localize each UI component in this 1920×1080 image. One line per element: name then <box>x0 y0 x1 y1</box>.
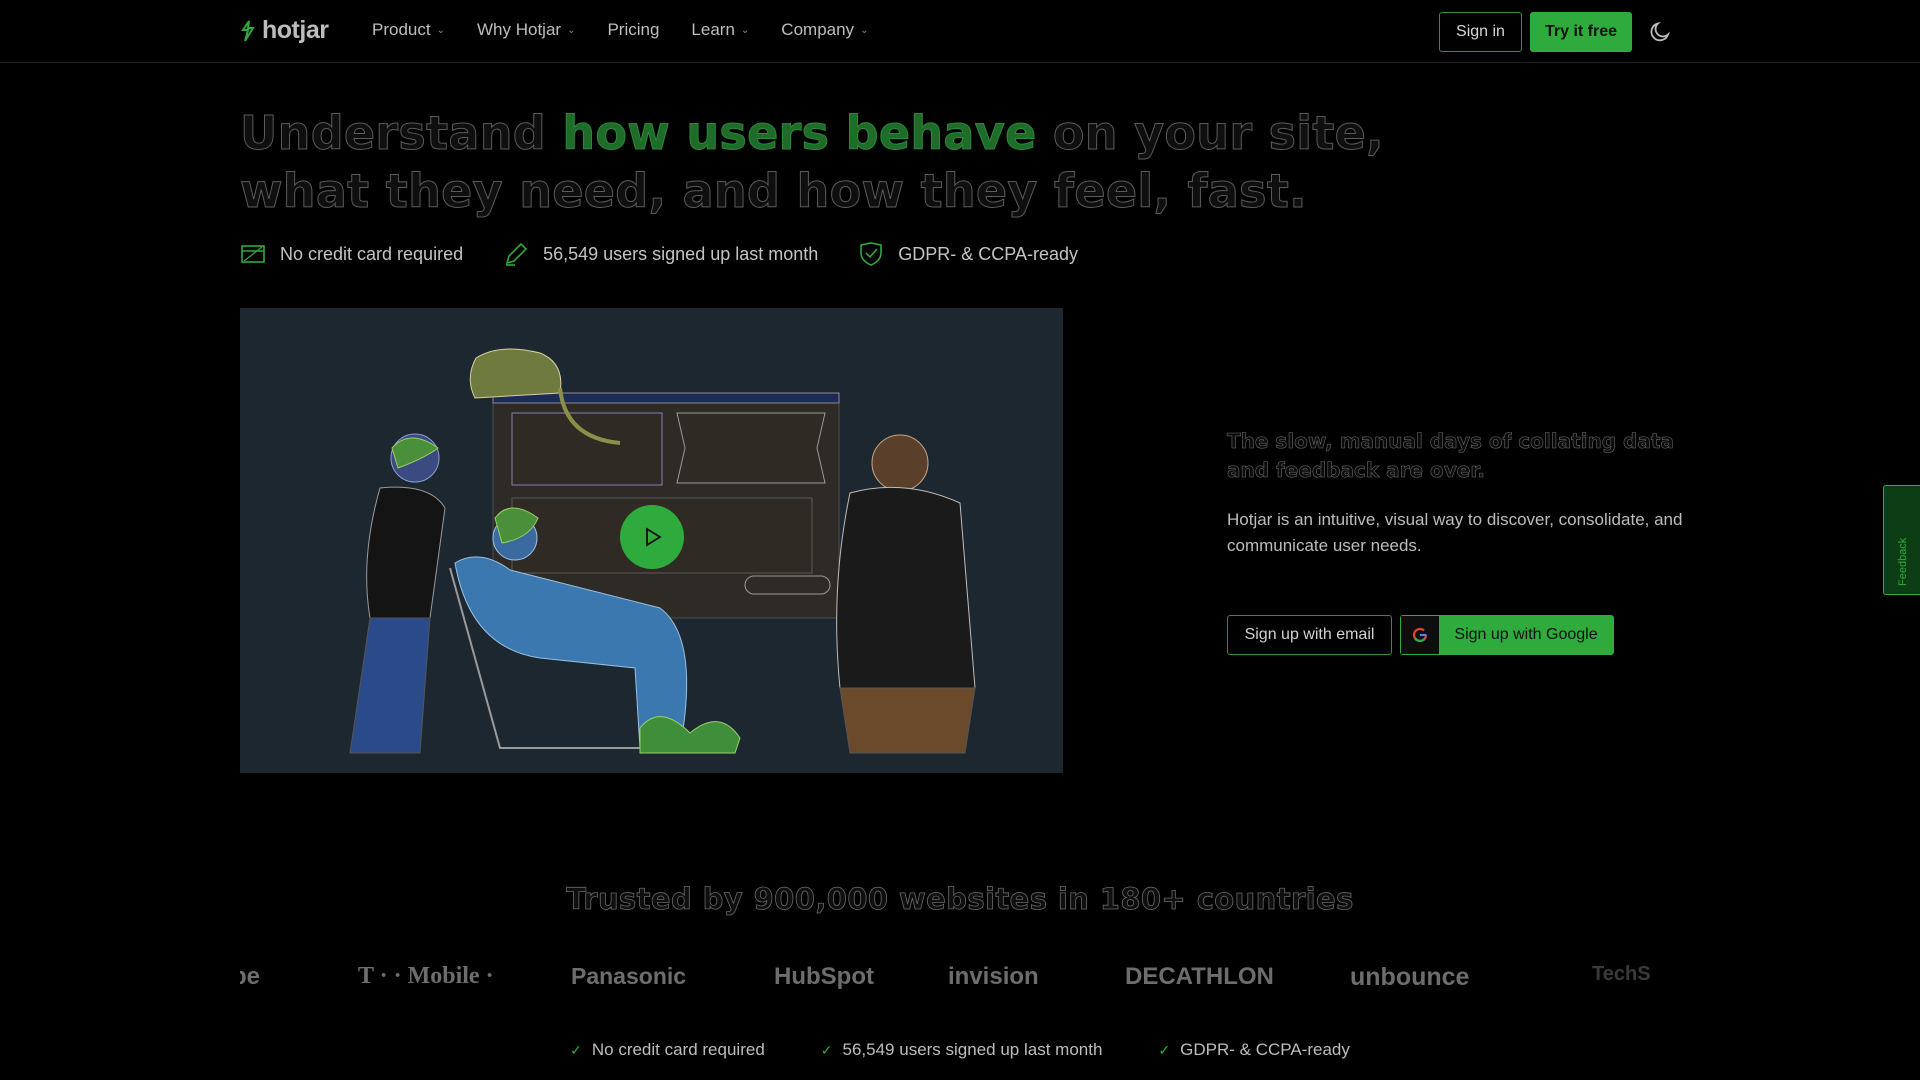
shield-check-icon <box>860 242 883 266</box>
logo-panasonic: Panasonic <box>571 963 687 989</box>
bottom-feature: ✓ No credit card required <box>570 1040 765 1060</box>
logo-decathlon: DECATHLON <box>1125 963 1274 990</box>
logo-partial-right: TechS <box>1592 963 1651 985</box>
trusted-heading: Trusted by 900,000 websites in 180+ coun… <box>566 882 1354 917</box>
feature-gdpr: GDPR- & CCPA-ready <box>858 241 1078 267</box>
headline-accent: how users behave <box>562 106 1037 161</box>
feedback-label: Feedback <box>1897 537 1909 586</box>
bottom-feature: ✓ GDPR- & CCPA-ready <box>1158 1040 1349 1060</box>
nav-product-label: Product <box>372 20 431 39</box>
google-icon <box>1401 616 1439 654</box>
bottom-feature-text: 56,549 users signed up last month <box>842 1040 1103 1059</box>
chevron-down-icon: ⌄ <box>436 24 445 36</box>
nav-pricing-label: Pricing <box>607 20 660 39</box>
nav-learn-label: Learn <box>691 20 735 39</box>
feedback-tab[interactable]: Feedback <box>1883 485 1920 595</box>
nav-pricing[interactable]: Pricing <box>607 20 659 40</box>
try-free-button[interactable]: Try it free <box>1530 12 1632 52</box>
nav-learn[interactable]: Learn ⌄ <box>691 20 749 40</box>
side-heading: The slow, manual days of collating data … <box>1227 429 1675 483</box>
logo-invision: invision <box>948 963 1039 990</box>
logo-tmobile: T · · Mobile · <box>358 963 494 989</box>
hotjar-logo[interactable]: hotjar <box>240 16 329 45</box>
feedback-icon: Feedback <box>1897 537 1909 586</box>
nav-company-label: Company <box>781 20 855 39</box>
feature-users: 56,549 users signed up last month <box>503 241 818 267</box>
card-icon <box>241 245 265 263</box>
moon-icon[interactable] <box>1648 20 1672 44</box>
logo-text: hotjar <box>262 16 329 44</box>
feature-text: GDPR- & CCPA-ready <box>898 243 1078 264</box>
top-nav: hotjar Product ⌄ Why Hotjar ⌄ Pricing Le… <box>0 0 1920 63</box>
feature-text: No credit card required <box>280 243 464 264</box>
sign-up-email-button[interactable]: Sign up with email <box>1227 615 1392 655</box>
pencil-icon <box>505 242 528 266</box>
chevron-down-icon: ⌄ <box>860 24 869 36</box>
play-button[interactable] <box>620 505 684 569</box>
sign-up-google-button[interactable]: Sign up with Google <box>1400 615 1614 655</box>
bottom-feature-text: No credit card required <box>591 1040 765 1059</box>
sign-up-google-label: Sign up with Google <box>1454 626 1598 643</box>
main-menu: Product ⌄ Why Hotjar ⌄ Pricing Learn ⌄ C… <box>372 20 868 40</box>
hotjar-flame-icon <box>241 19 255 42</box>
chevron-down-icon: ⌄ <box>567 24 576 36</box>
hero-features: No credit card required 56,549 users sig… <box>240 241 1078 267</box>
side-description: Hotjar is an intuitive, visual way to di… <box>1227 510 1683 555</box>
logo-partial-left: be <box>240 963 261 990</box>
nav-why-hotjar[interactable]: Why Hotjar ⌄ <box>477 20 575 40</box>
logo-unbounce: unbounce <box>1350 963 1470 991</box>
bottom-feature-text: GDPR- & CCPA-ready <box>1180 1040 1350 1059</box>
sign-in-button[interactable]: Sign in <box>1439 12 1522 52</box>
chevron-down-icon: ⌄ <box>740 24 750 36</box>
feature-text: 56,549 users signed up last month <box>543 243 819 264</box>
hero-headline: Understand how users behave on your site… <box>239 104 1480 220</box>
check-icon: ✓ <box>570 1041 582 1058</box>
feature-no-card: No credit card required <box>240 241 463 267</box>
check-icon: ✓ <box>820 1041 833 1058</box>
nav-why-hotjar-label: Why Hotjar <box>476 20 562 39</box>
play-icon <box>646 527 662 547</box>
nav-company[interactable]: Company ⌄ <box>781 20 868 40</box>
check-icon: ✓ <box>1158 1041 1171 1058</box>
logo-hubspot: HubSpot <box>774 963 874 990</box>
bottom-feature: ✓ 56,549 users signed up last month <box>821 1040 1103 1060</box>
nav-product[interactable]: Product ⌄ <box>372 20 445 40</box>
headline-start: Understand <box>239 106 563 161</box>
bottom-features: ✓ No credit card required ✓ 56,549 users… <box>0 1040 1920 1060</box>
customer-logos: be T · · Mobile · Panasonic HubSpot invi… <box>240 955 1680 1005</box>
